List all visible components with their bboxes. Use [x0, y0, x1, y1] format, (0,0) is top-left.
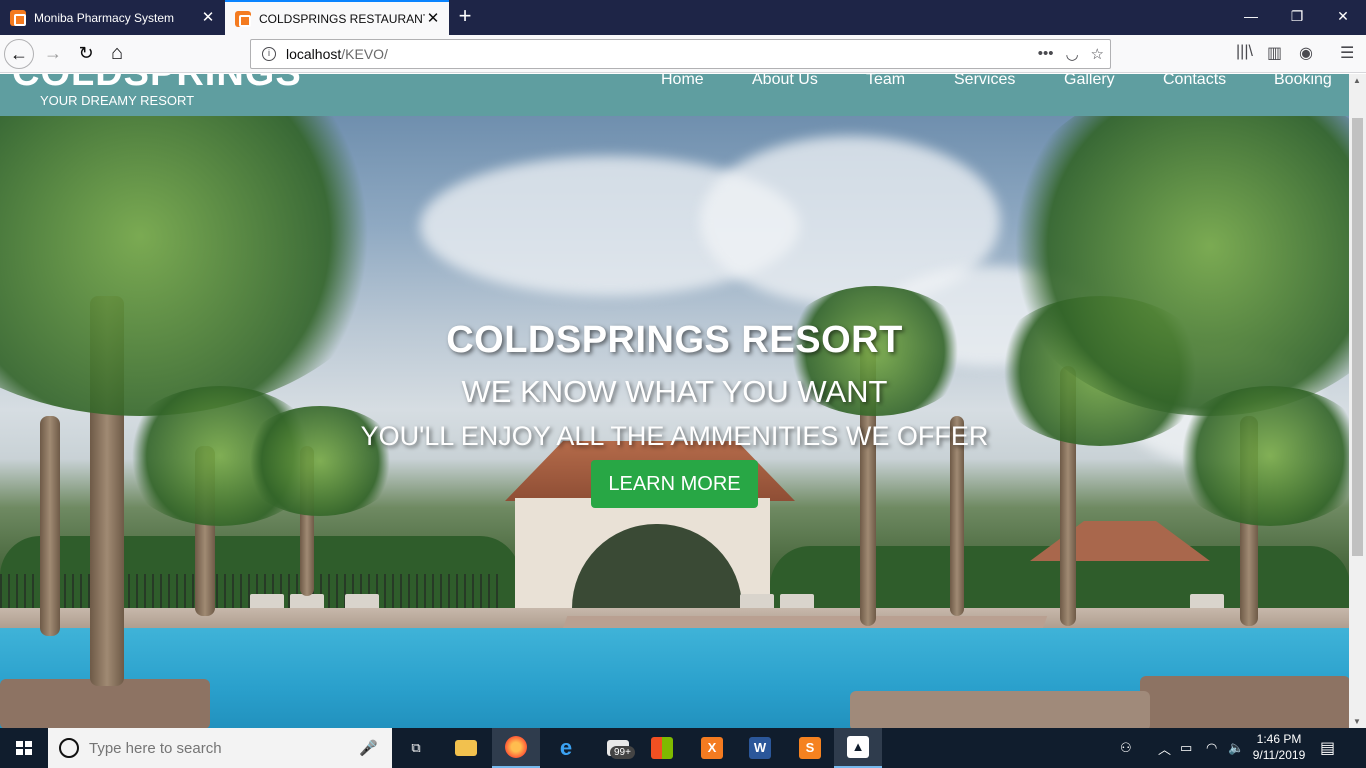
clock-time: 1:46 PM	[1256, 732, 1302, 746]
nav-team[interactable]: Team	[866, 74, 905, 89]
word-button[interactable]: W	[736, 728, 784, 768]
tab-title: COLDSPRINGS RESTAURANT	[259, 11, 425, 26]
tab-title: Moniba Pharmacy System	[34, 10, 175, 25]
xampp-button[interactable]: X	[688, 728, 736, 768]
edge-icon: e	[559, 735, 573, 760]
sublime-button[interactable]: S	[786, 728, 834, 768]
close-tab-icon[interactable]: ✕	[425, 10, 441, 27]
close-window-button[interactable]: ✕	[1320, 0, 1366, 35]
site-tagline: YOUR DREAMY RESORT	[40, 93, 195, 108]
url-host: localhost	[286, 46, 342, 62]
home-button[interactable]: ⌂	[102, 39, 132, 69]
nav-services[interactable]: Services	[954, 74, 1015, 89]
store-button[interactable]	[638, 728, 686, 768]
people-icon[interactable]: ⚇	[1120, 728, 1132, 768]
url-path: /KEVO/	[341, 46, 388, 62]
taskbar-search-input[interactable]	[89, 739, 359, 757]
browser-navbar: ← → ↻ ⌂ i localhost /KEVO/ ••• ◡ ☆ |||\ …	[0, 35, 1366, 73]
site-logo[interactable]: COLDSPRINGS	[12, 74, 302, 95]
nav-contacts[interactable]: Contacts	[1163, 74, 1226, 89]
bookmark-star-icon[interactable]: ☆	[1091, 45, 1104, 63]
windows-taskbar: 🎤 ⧉ e 99+ X W S ▲ ⚇ ︿ ▭ ◠ 🔈 1:46 PM 9/11…	[0, 728, 1366, 768]
show-hidden-icons-icon[interactable]: ︿	[1158, 728, 1171, 768]
pocket-icon[interactable]: ◡	[1065, 45, 1078, 63]
scroll-down-arrow-icon[interactable]: ▼	[1353, 717, 1361, 726]
scroll-up-arrow-icon[interactable]: ▲	[1353, 76, 1361, 85]
page-viewport: COLDSPRINGS YOUR DREAMY RESORT Home Abou…	[0, 74, 1366, 728]
file-explorer-button[interactable]	[442, 728, 490, 768]
action-center-icon[interactable]: ▤	[1320, 738, 1335, 758]
photos-button[interactable]: ▲	[834, 728, 882, 768]
library-icon[interactable]: |||\	[1236, 43, 1253, 61]
task-view-icon: ⧉	[411, 740, 421, 755]
microphone-icon[interactable]: 🎤	[359, 739, 378, 757]
nav-gallery[interactable]: Gallery	[1064, 74, 1115, 89]
start-button[interactable]	[0, 728, 48, 768]
site-header: COLDSPRINGS YOUR DREAMY RESORT Home Abou…	[0, 74, 1349, 116]
reload-button[interactable]: ↻	[71, 39, 101, 69]
store-icon	[651, 737, 673, 759]
volume-icon[interactable]: 🔈	[1228, 728, 1244, 768]
xampp-favicon-icon	[10, 9, 26, 26]
xampp-icon: X	[701, 737, 723, 759]
photos-icon: ▲	[847, 736, 869, 758]
learn-more-button[interactable]: LEARN MORE	[591, 460, 758, 508]
tab-coldsprings-restaurant[interactable]: COLDSPRINGS RESTAURANT ✕	[225, 0, 449, 35]
planter	[0, 679, 210, 728]
browser-tabstrip: Moniba Pharmacy System ✕ COLDSPRINGS RES…	[0, 0, 1366, 35]
wifi-icon[interactable]: ◠	[1206, 728, 1217, 768]
clock-date: 9/11/2019	[1252, 748, 1306, 762]
cabana-roof	[1030, 521, 1210, 561]
edge-button[interactable]: e	[542, 728, 590, 768]
folder-icon	[455, 740, 477, 756]
sublime-icon: S	[799, 737, 821, 759]
mail-button[interactable]: 99+	[594, 728, 642, 768]
battery-icon[interactable]: ▭	[1180, 728, 1192, 768]
site-info-icon[interactable]: i	[262, 47, 276, 61]
hero-subtitle-amenities: YOU'LL ENJOY ALL THE AMMENITIES WE OFFER	[360, 421, 989, 451]
word-icon: W	[749, 737, 771, 759]
windows-logo-icon	[16, 741, 32, 755]
tab-moniba-pharmacy[interactable]: Moniba Pharmacy System ✕	[0, 0, 224, 35]
cortana-icon	[59, 738, 79, 758]
nav-home[interactable]: Home	[661, 74, 704, 89]
taskbar-clock[interactable]: 1:46 PM 9/11/2019	[1246, 731, 1312, 763]
hero-title: COLDSPRINGS RESORT	[446, 319, 903, 361]
back-button[interactable]: ←	[4, 39, 34, 69]
hero-subtitle: WE KNOW WHAT YOU WANT	[461, 374, 888, 409]
new-tab-button[interactable]: +	[452, 4, 478, 30]
restore-button[interactable]: ❐	[1274, 0, 1320, 35]
firefox-icon	[505, 736, 527, 758]
firefox-button[interactable]	[492, 728, 540, 768]
hero-banner: COLDSPRINGS RESORT WE KNOW WHAT YOU WANT…	[0, 116, 1349, 728]
planter	[850, 691, 1150, 728]
close-tab-icon[interactable]: ✕	[200, 9, 216, 26]
nav-about-us[interactable]: About Us	[752, 74, 818, 89]
minimize-button[interactable]: —	[1228, 0, 1274, 35]
palm-fronds	[0, 116, 400, 416]
planter	[1140, 676, 1349, 728]
taskbar-search[interactable]: 🎤	[48, 728, 392, 768]
sidebar-icon[interactable]: ▥	[1267, 43, 1282, 63]
page-actions-icon[interactable]: •••	[1038, 45, 1054, 63]
notification-badge: 99+	[610, 746, 635, 759]
hamburger-menu-icon[interactable]: ☰	[1340, 43, 1354, 63]
page-scrollbar[interactable]: ▲ ▼	[1349, 74, 1366, 728]
forward-button[interactable]: →	[38, 39, 68, 69]
account-icon[interactable]: ◉	[1299, 43, 1313, 63]
xampp-favicon-icon	[235, 10, 251, 27]
task-view-button[interactable]: ⧉	[392, 728, 440, 768]
url-bar[interactable]: i localhost /KEVO/ ••• ◡ ☆	[250, 39, 1111, 69]
scrollbar-thumb[interactable]	[1352, 118, 1363, 556]
nav-booking[interactable]: Booking	[1274, 74, 1332, 89]
